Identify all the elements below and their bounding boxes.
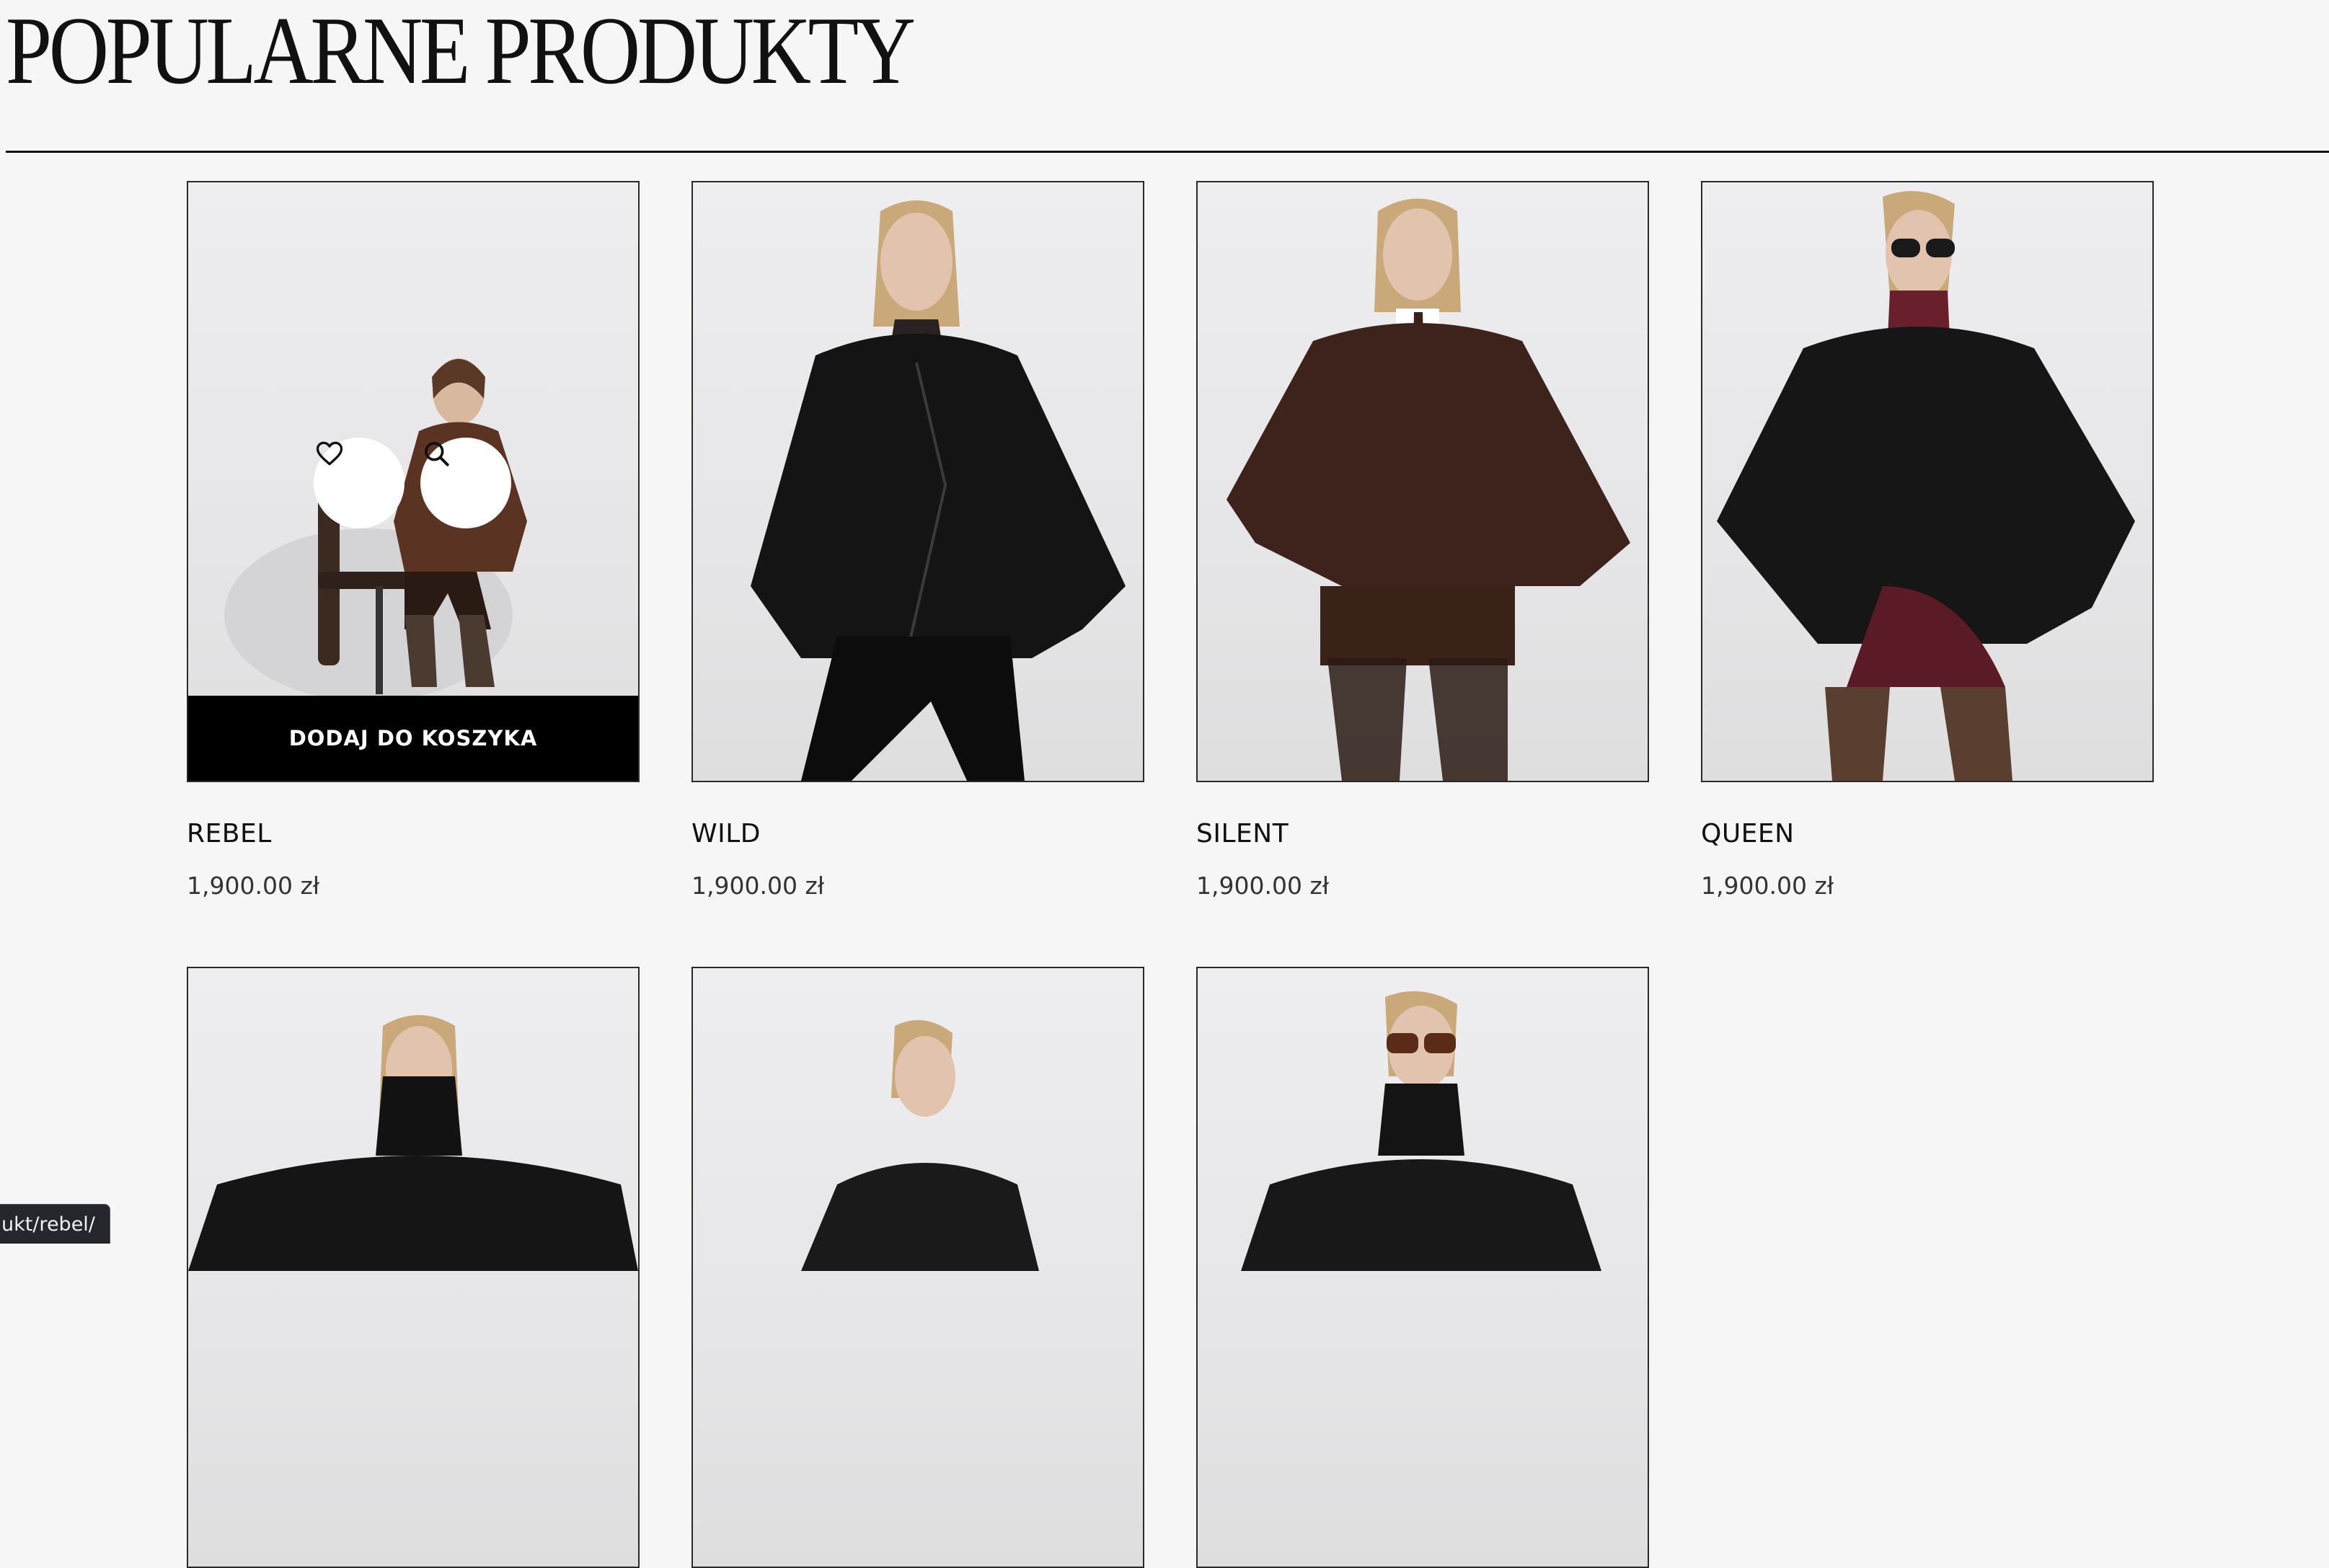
product-photo bbox=[1227, 198, 1630, 781]
product-image[interactable] bbox=[187, 967, 640, 1568]
heart-icon bbox=[316, 441, 343, 466]
product-image[interactable] bbox=[1196, 967, 1649, 1568]
wishlist-button[interactable] bbox=[314, 438, 405, 528]
product-name[interactable]: SILENT bbox=[1196, 819, 1289, 849]
quick-view-button[interactable] bbox=[420, 438, 511, 528]
product-price: 1,900.00 zł bbox=[691, 872, 825, 900]
product-photo bbox=[801, 1020, 1039, 1271]
product-photo bbox=[751, 200, 1126, 781]
product-price: 1,900.00 zł bbox=[187, 872, 320, 900]
product-price: 1,900.00 zł bbox=[1196, 872, 1330, 900]
title-divider bbox=[6, 151, 2329, 153]
section-title: POPULARNE PRODUKTY bbox=[6, 0, 916, 104]
product-price: 1,900.00 zł bbox=[1701, 872, 1834, 900]
product-photo bbox=[188, 1015, 638, 1271]
search-icon bbox=[425, 442, 449, 466]
product-image-rebel[interactable]: DODAJ DO KOSZYKA bbox=[187, 181, 640, 782]
product-name[interactable]: REBEL bbox=[187, 819, 272, 849]
product-photo bbox=[1717, 191, 2135, 781]
product-image[interactable] bbox=[691, 967, 1144, 1568]
product-photo bbox=[224, 358, 527, 701]
product-image-queen[interactable] bbox=[1701, 181, 2154, 782]
product-image-silent[interactable] bbox=[1196, 181, 1649, 782]
status-bar-url: ukt/rebel/ bbox=[0, 1204, 110, 1244]
add-to-cart-button[interactable]: DODAJ DO KOSZYKA bbox=[188, 696, 638, 781]
product-name[interactable]: WILD bbox=[691, 819, 761, 849]
product-name[interactable]: QUEEN bbox=[1701, 819, 1795, 849]
product-image-wild[interactable] bbox=[691, 181, 1144, 782]
product-photo bbox=[1241, 991, 1601, 1271]
